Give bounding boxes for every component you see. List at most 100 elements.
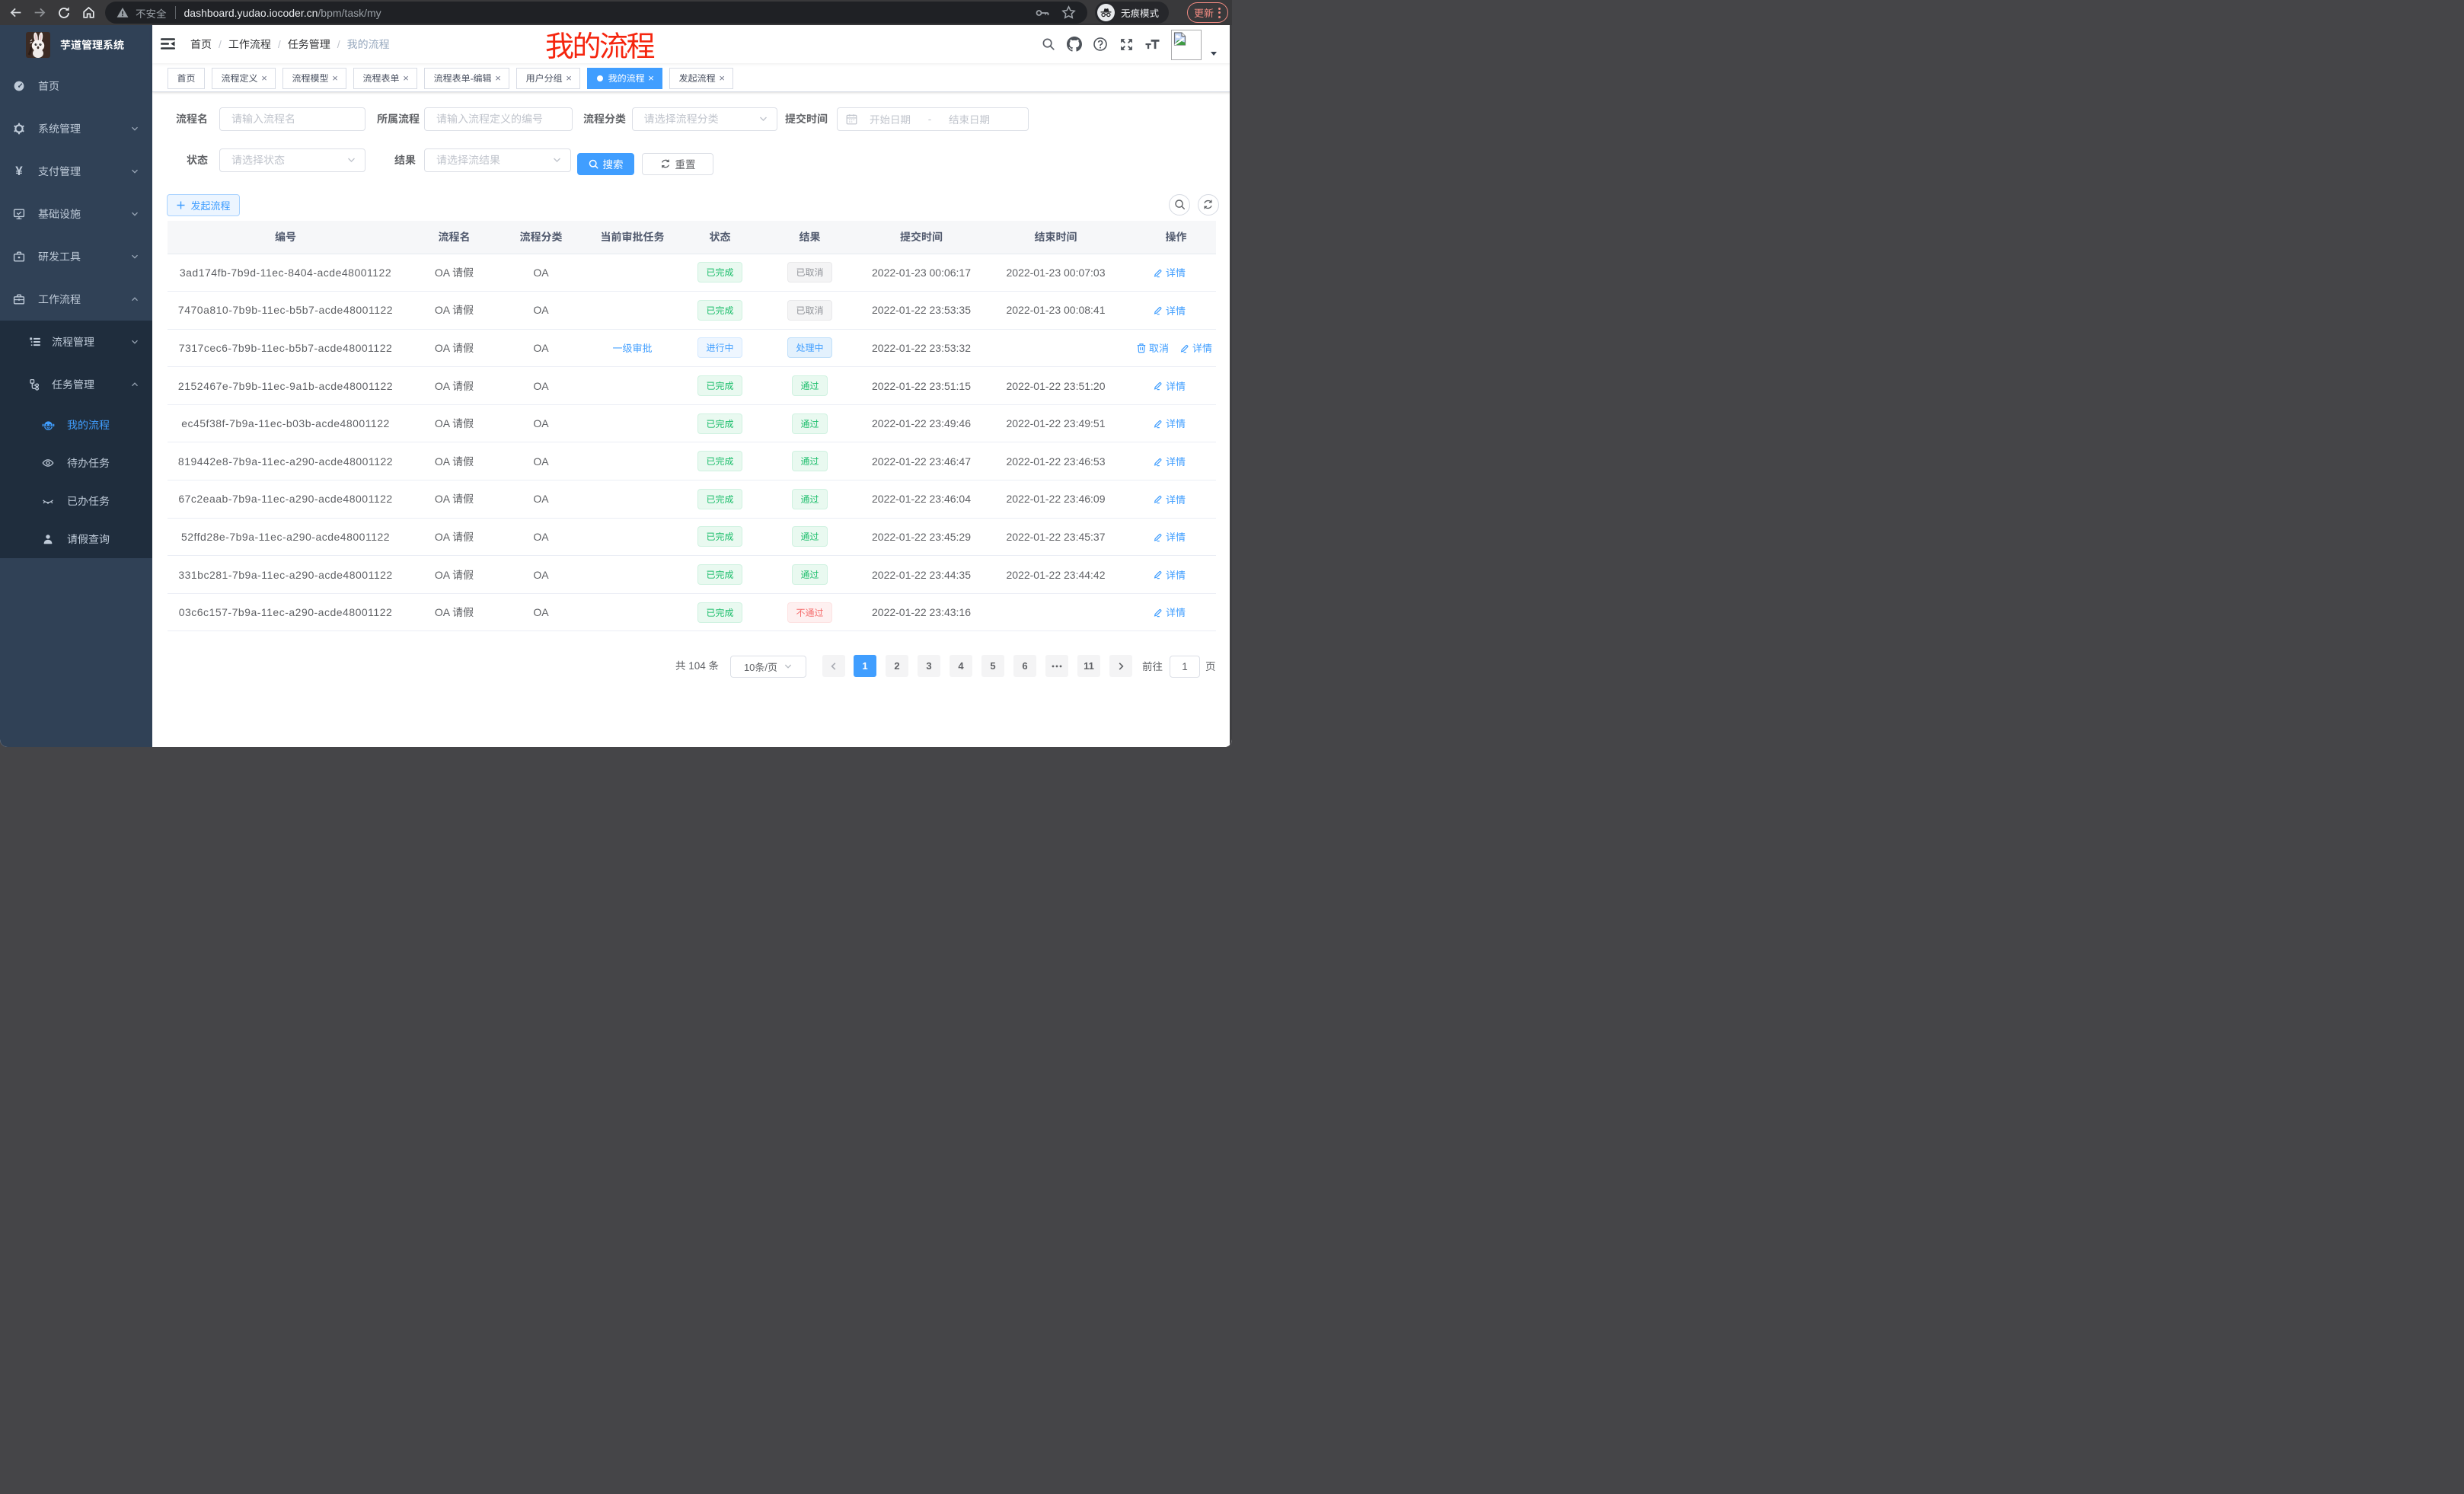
hamburger-icon[interactable] (160, 36, 176, 52)
close-icon[interactable]: × (331, 73, 340, 84)
goto-page-input[interactable]: 1 (1170, 656, 1200, 678)
filter-category-select[interactable]: 请选择流程分类 (632, 107, 777, 131)
show-search-toggle-button[interactable] (1169, 194, 1190, 215)
tab-process-definition[interactable]: 流程定义× (212, 68, 276, 89)
address-bar[interactable]: 不安全 dashboard.yudao.iocoder.cn/bpm/task/… (105, 2, 1087, 24)
tab-home[interactable]: 首页 (168, 68, 205, 89)
user-avatar[interactable] (1171, 25, 1232, 63)
password-key-icon[interactable] (1035, 5, 1050, 21)
page-button-2[interactable]: 2 (886, 655, 908, 677)
col-header-category: 流程分类 (505, 221, 577, 254)
reset-button[interactable]: 重置 (642, 153, 713, 175)
sidebar-item-todo-task[interactable]: 待办任务 (0, 444, 152, 482)
sidebar-item-home[interactable]: 首页 (0, 65, 152, 107)
sidebar-item-process-mgmt[interactable]: 流程管理 (0, 321, 152, 363)
detail-link[interactable]: 详情 (1153, 378, 1186, 393)
detail-link[interactable]: 详情 (1153, 265, 1186, 279)
page-url: dashboard.yudao.iocoder.cn/bpm/task/my (184, 7, 381, 19)
sidebar-item-payment[interactable]: ¥ 支付管理 (0, 150, 152, 193)
page-button-4[interactable]: 4 (950, 655, 972, 677)
close-icon[interactable]: × (260, 73, 269, 84)
tab-process-model[interactable]: 流程模型× (282, 68, 346, 89)
sidebar-item-my-process[interactable]: 我的流程 (0, 406, 152, 444)
yen-icon: ¥ (13, 165, 25, 177)
tab-user-group[interactable]: 用户分组× (516, 68, 580, 89)
close-icon[interactable]: × (718, 73, 726, 84)
bookmark-star-icon[interactable] (1061, 5, 1076, 20)
status-badge: 已完成 (697, 413, 742, 434)
browser-back-button[interactable] (3, 0, 27, 25)
tab-start-process[interactable]: 发起流程× (669, 68, 733, 89)
page-button-6[interactable]: 6 (1013, 655, 1036, 677)
prev-page-button[interactable] (822, 655, 845, 677)
sidebar-item-workflow[interactable]: 工作流程 (0, 278, 152, 321)
cell-name: OA 请假 (404, 556, 505, 594)
close-icon[interactable]: × (565, 73, 573, 84)
page-button-5[interactable]: 5 (981, 655, 1004, 677)
sidebar-logo[interactable]: 芋道管理系统 (0, 25, 152, 65)
page-button-1[interactable]: 1 (854, 655, 876, 677)
date-start-input[interactable]: 开始日期 (857, 111, 923, 126)
detail-link[interactable]: 详情 (1153, 492, 1186, 506)
current-task-link[interactable]: 一级审批 (612, 340, 652, 355)
table-row: 7317cec6-7b9b-11ec-b5b7-acde48001122 OA … (168, 329, 1216, 367)
sidebar-item-task-mgmt[interactable]: 任务管理 (0, 363, 152, 406)
filter-result-label: 结果 (393, 148, 416, 172)
page-ellipsis[interactable] (1045, 655, 1068, 677)
avatar-image-frame (1171, 30, 1202, 60)
breadcrumb-task-mgmt[interactable]: 任务管理 (288, 37, 330, 52)
trash-icon (1136, 343, 1147, 353)
breadcrumb-workflow[interactable]: 工作流程 (228, 37, 271, 52)
browser-menu-kebab-icon[interactable] (1218, 8, 1221, 18)
navbar-actions (1036, 25, 1232, 63)
browser-home-button[interactable] (76, 0, 101, 25)
browser-update-button[interactable]: 更新 (1187, 2, 1228, 23)
close-icon[interactable]: × (402, 73, 410, 84)
date-end-input[interactable]: 结束日期 (937, 111, 1002, 126)
detail-link[interactable]: 详情 (1153, 529, 1186, 544)
detail-link[interactable]: 详情 (1179, 340, 1212, 355)
tab-process-form-edit[interactable]: 流程表单-编辑× (424, 68, 509, 89)
detail-link[interactable]: 详情 (1153, 454, 1186, 468)
header-search-icon[interactable] (1036, 25, 1061, 63)
browser-reload-button[interactable] (52, 0, 76, 25)
sidebar-item-leave-query[interactable]: 请假查询 (0, 520, 152, 558)
cancel-link[interactable]: 取消 (1136, 340, 1169, 355)
create-process-button[interactable]: 发起流程 (167, 194, 240, 216)
filter-result-select[interactable]: 请选择流结果 (424, 148, 571, 172)
cell-category: OA (505, 367, 577, 405)
filter-status-select[interactable]: 请选择状态 (219, 148, 365, 172)
cell-actions: 详情 (1136, 404, 1216, 442)
avatar-dropdown-caret[interactable] (1211, 52, 1217, 56)
filter-time-range[interactable]: 开始日期 - 结束日期 (837, 107, 1029, 131)
tab-process-form[interactable]: 流程表单× (353, 68, 417, 89)
tab-my-process[interactable]: 我的流程× (587, 68, 662, 89)
sidebar-item-devtools[interactable]: 研发工具 (0, 235, 152, 278)
close-icon[interactable]: × (647, 73, 656, 84)
filter-name-input[interactable]: 请输入流程名 (219, 107, 365, 131)
next-page-button[interactable] (1109, 655, 1132, 677)
breadcrumb-home[interactable]: 首页 (190, 37, 212, 52)
refresh-table-button[interactable] (1198, 194, 1219, 215)
detail-link[interactable]: 详情 (1153, 567, 1186, 582)
page-button-3[interactable]: 3 (918, 655, 940, 677)
search-button[interactable]: 搜索 (577, 153, 634, 175)
github-icon[interactable] (1061, 25, 1087, 63)
detail-link[interactable]: 详情 (1153, 416, 1186, 430)
help-question-icon[interactable] (1087, 25, 1113, 63)
page-button-11[interactable]: 11 (1077, 655, 1100, 677)
filter-parent-input[interactable]: 请输入流程定义的编号 (424, 107, 573, 131)
font-size-icon[interactable] (1139, 25, 1165, 63)
fullscreen-icon[interactable] (1113, 25, 1139, 63)
close-icon[interactable]: × (494, 73, 503, 84)
browser-forward-button[interactable] (27, 0, 52, 25)
detail-link[interactable]: 详情 (1153, 303, 1186, 318)
page-size-select[interactable]: 10条/页 (730, 656, 806, 678)
status-badge: 已完成 (697, 602, 742, 623)
sidebar-submenu-workflow: 流程管理 任务管理 我的流程 待办任务 已办任务 请假 (0, 321, 152, 558)
sidebar-item-system[interactable]: 系统管理 (0, 107, 152, 150)
sidebar-item-done-task[interactable]: 已办任务 (0, 482, 152, 520)
detail-link[interactable]: 详情 (1153, 605, 1186, 619)
cell-actions: 详情 (1136, 292, 1216, 330)
sidebar-item-infra[interactable]: 基础设施 (0, 193, 152, 235)
